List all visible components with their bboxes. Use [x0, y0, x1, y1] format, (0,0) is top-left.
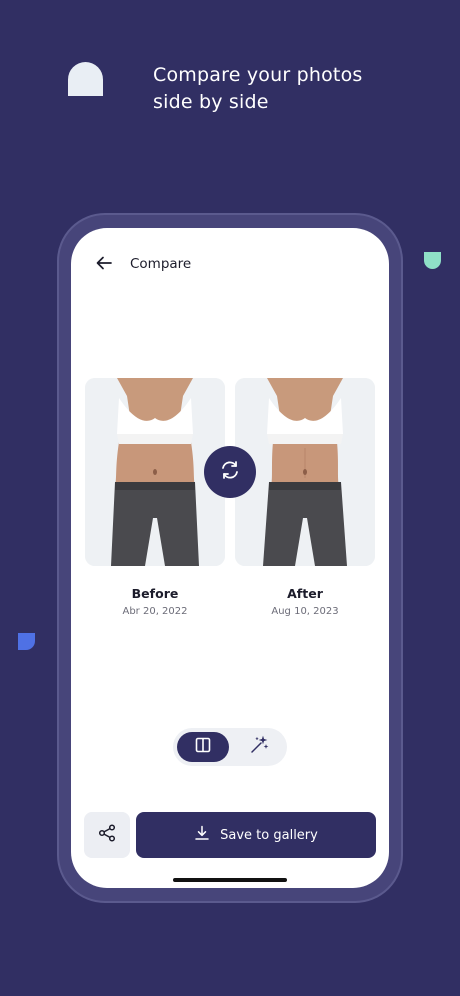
before-date: Abr 20, 2022	[122, 606, 188, 617]
share-button[interactable]	[84, 812, 130, 858]
split-view-button[interactable]	[177, 732, 229, 762]
phone-screen: Compare Before Abr 20, 2022 After Aug 10…	[71, 228, 389, 888]
decorative-blue-shape	[18, 633, 35, 650]
promo-headline-line2: side by side	[153, 91, 269, 113]
decorative-green-shape	[424, 252, 441, 269]
after-photo[interactable]	[235, 378, 375, 566]
before-label: Before	[131, 586, 179, 601]
refresh-icon	[219, 459, 241, 485]
magic-view-button[interactable]	[235, 732, 283, 762]
save-to-gallery-button[interactable]: Save to gallery	[136, 812, 376, 858]
magic-wand-icon	[249, 735, 269, 759]
back-button[interactable]	[91, 252, 117, 278]
promo-headline: Compare your photos side by side	[153, 62, 443, 116]
split-view-icon	[194, 736, 212, 758]
share-icon	[97, 823, 117, 847]
top-bar: Compare	[71, 228, 389, 300]
decorative-arch-shape	[68, 62, 103, 96]
view-mode-toggle	[173, 728, 287, 766]
after-date: Aug 10, 2023	[271, 606, 339, 617]
save-button-label: Save to gallery	[220, 827, 318, 843]
page-title: Compare	[130, 256, 192, 272]
swap-photos-button[interactable]	[204, 446, 256, 498]
arrow-left-icon	[95, 254, 113, 276]
download-icon	[194, 825, 210, 845]
after-label: After	[287, 586, 323, 601]
promo-headline-line1: Compare your photos	[153, 64, 363, 86]
home-indicator	[173, 878, 287, 882]
